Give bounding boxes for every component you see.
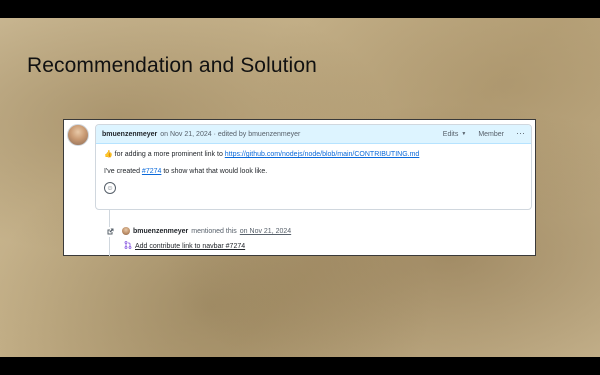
comment-header: bmuenzenmeyer on Nov 21, 2024 · edited b… [96,125,531,144]
event-action: mentioned this [191,227,237,235]
contributing-link[interactable]: https://github.com/nodejs/node/blob/main… [225,151,420,158]
comment-author-link[interactable]: bmuenzenmeyer [102,131,157,138]
comment-line-2: I've created #7274 to show what that wou… [104,167,523,176]
comment-line-1-text: for adding a more prominent link to [114,151,223,158]
pr-title-link[interactable]: Add contribute link to navbar #7274 [135,243,245,250]
event-summary: bmuenzenmeyer mentioned this on Nov 21, … [122,227,291,235]
comment-body: 👍 for adding a more prominent link to ht… [96,144,531,200]
cross-reference-event: bmuenzenmeyer mentioned this on Nov 21, … [102,217,522,257]
edits-label: Edits [442,130,459,138]
thumbs-up-emoji: 👍 [104,151,113,158]
issue-comment: bmuenzenmeyer on Nov 21, 2024 · edited b… [95,124,532,210]
pr-7274-link[interactable]: #7274 [142,168,161,175]
kebab-horizontal-icon[interactable]: ··· [516,128,525,138]
comment-line-2-suffix: to show what that would look like. [163,168,268,175]
comment-header-actions: Edits ▼ Member ··· [443,128,525,138]
comment-meta: on Nov 21, 2024 · edited by bmuenzenmeye… [160,130,301,138]
edits-dropdown[interactable]: Edits ▼ [443,131,467,138]
event-reference: Add contribute link to navbar #7274 [124,241,245,251]
user-avatar[interactable] [67,124,89,146]
member-badge: Member [478,130,504,138]
slide-background: Recommendation and Solution bmuenzenmeye… [0,18,600,357]
comment-line-1: 👍 for adding a more prominent link to ht… [104,150,523,159]
github-timeline-screenshot: bmuenzenmeyer on Nov 21, 2024 · edited b… [63,119,536,256]
event-avatar[interactable] [122,227,130,235]
event-date-link[interactable]: on Nov 21, 2024 [240,228,291,235]
smiley-icon[interactable]: ☺ [104,182,116,194]
triangle-down-icon: ▼ [461,131,467,137]
comment-line-2-prefix: I've created [104,168,140,175]
slide-title: Recommendation and Solution [27,54,317,77]
git-pull-request-icon [124,241,132,251]
event-author-link[interactable]: bmuenzenmeyer [133,228,188,235]
external-link-icon [105,227,115,237]
